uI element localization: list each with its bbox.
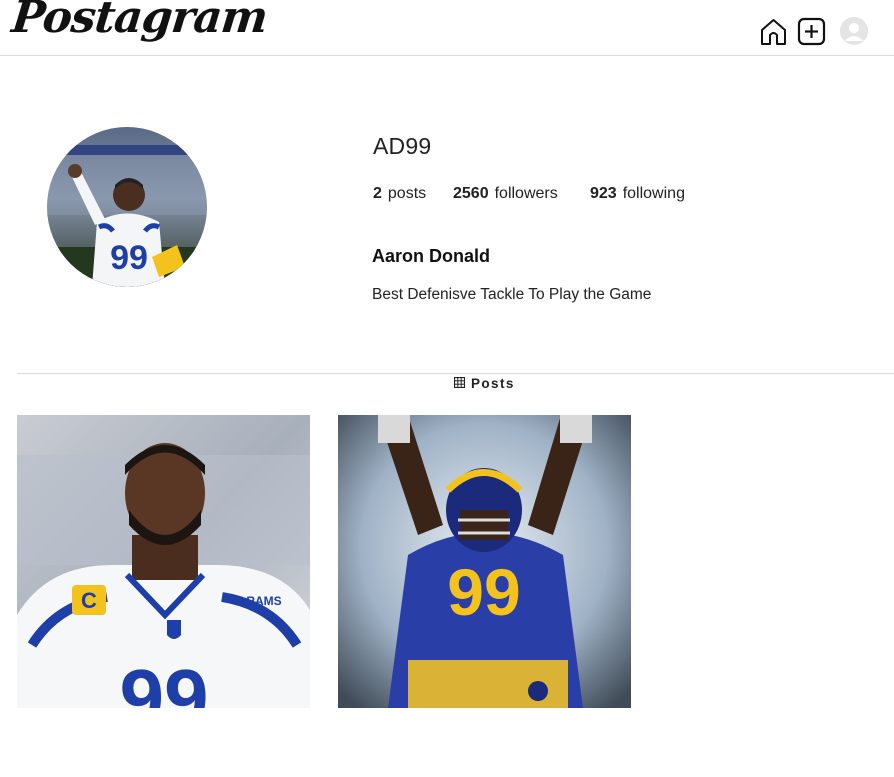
top-nav-bar: Postagram [0, 0, 894, 56]
stat-following[interactable]: 923 following [590, 185, 685, 203]
tab-posts-label: Posts [471, 376, 515, 391]
svg-text:99: 99 [447, 555, 520, 629]
section-divider [17, 373, 894, 374]
following-label: following [622, 185, 685, 202]
post-thumbnail[interactable]: C RAMS 99 [17, 415, 310, 708]
profile-bio: Best Defenisve Tackle To Play the Game [372, 286, 652, 303]
followers-label: followers [494, 185, 558, 202]
add-post-icon[interactable] [797, 17, 826, 51]
home-icon[interactable] [759, 17, 788, 51]
post-thumbnail[interactable]: 99 [338, 415, 631, 708]
stat-posts: 2 posts [373, 185, 426, 203]
svg-text:RAMS: RAMS [246, 594, 281, 608]
tab-posts[interactable]: Posts [453, 376, 515, 391]
stat-followers[interactable]: 2560 followers [453, 185, 558, 203]
profile-full-name: Aaron Donald [372, 246, 491, 266]
svg-text:99: 99 [110, 239, 148, 277]
svg-text:C: C [81, 588, 97, 613]
grid-icon [453, 376, 466, 391]
app-logo[interactable]: Postagram [9, 0, 269, 43]
posts-count: 2 [373, 185, 382, 202]
posts-label: posts [387, 185, 427, 202]
svg-text:99: 99 [120, 653, 209, 708]
following-count: 923 [590, 185, 617, 202]
profile-picture: 99 [47, 127, 207, 287]
profile-username: AD99 [373, 133, 432, 159]
avatar-icon[interactable] [840, 17, 868, 45]
followers-count: 2560 [453, 185, 489, 202]
